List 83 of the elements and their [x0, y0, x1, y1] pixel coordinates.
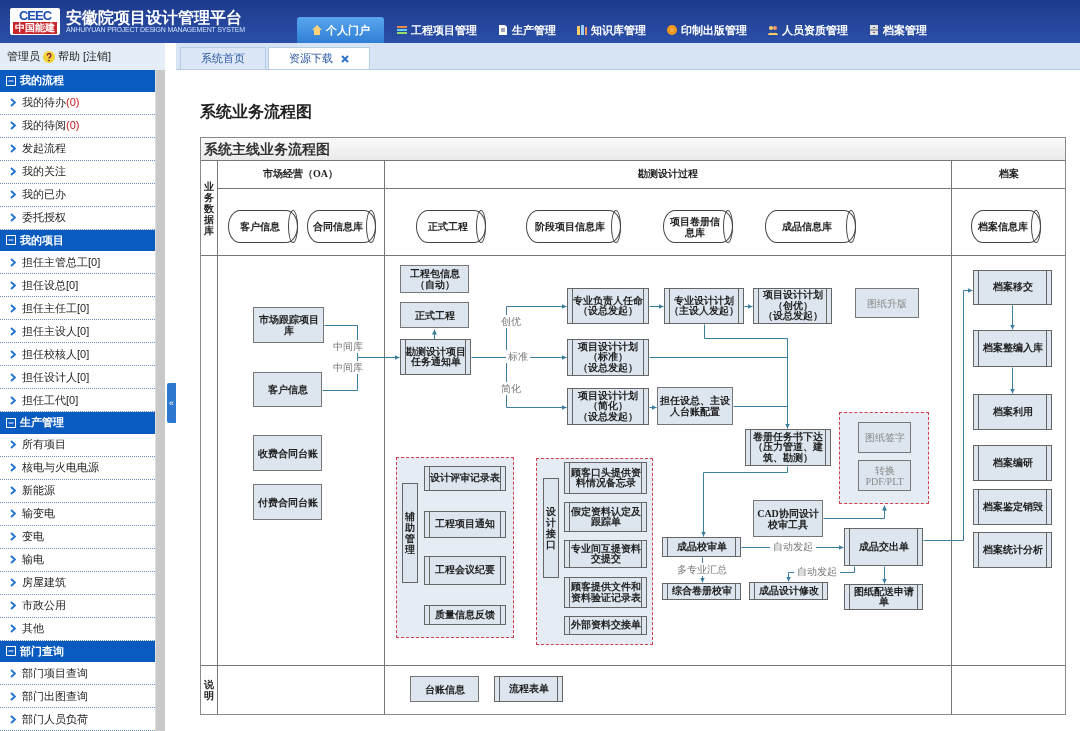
subprocess-box: 工程项目通知: [424, 511, 506, 538]
nav-tab[interactable]: 知识库管理: [568, 17, 654, 43]
collapse-toggle[interactable]: «: [167, 383, 176, 423]
database-shape: 项目卷册信息库: [663, 210, 733, 243]
database-shape: 档案信息库: [971, 210, 1041, 243]
subprocess-box: 档案移交: [973, 270, 1052, 305]
subprocess-box: 外部资料交接单: [564, 616, 647, 635]
subprocess-box: 档案统计分析: [973, 532, 1052, 568]
subprocess-box: 项目设计计划（简化）（设总发起）: [567, 388, 649, 425]
process-box: 转换PDF/PLT: [858, 460, 911, 491]
process-box: 客户信息: [253, 372, 322, 407]
process-box: 付费合同台账: [253, 484, 322, 520]
subprocess-box: 顾客口头提供资料情况备忘录: [564, 462, 647, 494]
page-tab[interactable]: 资源下载: [268, 47, 370, 69]
subprocess-box: 工程会议纪要: [424, 556, 506, 585]
subprocess-box: 假定资料认定及跟踪单: [564, 502, 647, 532]
subprocess-box: 档案利用: [973, 394, 1052, 430]
process-box: 图纸升版: [855, 288, 919, 318]
subprocess-box: 综合卷册校审: [662, 583, 741, 600]
nav-tab[interactable]: 生产管理: [489, 17, 564, 43]
nav-tab[interactable]: 工程项目管理: [388, 17, 485, 43]
subprocess-box: 卷册任务书下达（压力管道、建筑、勘测）: [745, 429, 831, 466]
connector-label: 标准: [506, 350, 530, 363]
connector-label: 中间库: [330, 361, 366, 374]
subprocess-box: 成品设计修改: [749, 582, 828, 600]
database-shape: 成品信息库: [765, 210, 856, 243]
connector-label: 自动发起: [770, 540, 816, 553]
help-link[interactable]: 帮助: [58, 49, 80, 64]
group-label-box: 辅助管理: [402, 483, 418, 583]
logo-name: 中国能建: [13, 22, 57, 34]
process-box: 担任设总、主设人台账配置: [657, 387, 733, 425]
process-box: 工程包信息（自动）: [400, 265, 469, 293]
subprocess-box: 质量信息反馈: [424, 605, 506, 625]
subprocess-box: 顾客提供文件和资料验证记录表: [564, 577, 647, 608]
page-heading: 系统业务流程图: [200, 102, 313, 122]
lane-header: 勘测设计过程: [637, 167, 699, 181]
connector-label: 多专业汇总: [676, 563, 728, 576]
subprocess-box: 成品交出单: [844, 528, 923, 566]
connector-label: 自动发起: [794, 565, 840, 578]
sidebar-group-header[interactable]: 我的流程: [0, 70, 155, 92]
subprocess-box: 成品校审单: [662, 537, 741, 557]
subprocess-box: 档案编研: [973, 445, 1052, 481]
process-box: CAD协同设计校审工具: [753, 500, 823, 537]
subprocess-box: 档案鉴定销毁: [973, 489, 1052, 525]
sidebar-group-header[interactable]: 我的项目: [0, 229, 155, 251]
sidebar-group-header[interactable]: 部门查询: [0, 640, 155, 662]
row-label: 说明: [204, 679, 214, 701]
subprocess-box: 设计评审记录表: [424, 466, 506, 491]
subprocess-box: 档案整编入库: [973, 330, 1052, 367]
connector-label: 简化: [499, 382, 523, 395]
subprocess-box: 专业负责人任命（设总发起）: [567, 288, 649, 324]
row-label: 业务数据库: [204, 181, 214, 236]
database-shape: 阶段项目信息库: [526, 210, 621, 243]
process-box: 正式工程: [400, 302, 469, 328]
connector-label: 中间库: [330, 340, 366, 353]
nav-tab[interactable]: 印制出版管理: [658, 17, 755, 43]
process-box: 收费合同台账: [253, 435, 322, 471]
connector-label: 创优: [499, 315, 523, 328]
app-title: 安徽院项目设计管理平台: [66, 8, 243, 27]
process-box: 市场跟踪项目库: [253, 307, 324, 343]
logout-link[interactable]: [注销]: [83, 49, 112, 64]
process-box: 台账信息: [410, 676, 479, 702]
process-box: 图纸签字: [858, 422, 911, 453]
subprocess-box: 图纸配送申请单: [844, 584, 923, 610]
subprocess-box: 勘测设计项目任务通知单: [400, 339, 471, 375]
database-shape: 正式工程: [416, 210, 486, 243]
user-name: 管理员: [7, 49, 40, 64]
logo-letters: CEEC: [18, 9, 52, 22]
diagram-title: 系统主线业务流程图: [204, 141, 330, 159]
subprocess-box: 专业设计计划（主设人发起）: [664, 288, 744, 324]
nav-tab[interactable]: 人员资质管理: [759, 17, 856, 43]
subprocess-box: 项目设计计划（创优）（设总发起）: [753, 288, 832, 324]
subprocess-box: 流程表单: [494, 676, 563, 702]
group-label-box: 设计接口: [543, 478, 559, 578]
subprocess-box: 项目设计计划（标准）（设总发起）: [567, 339, 649, 376]
page-tab[interactable]: 系统首页: [180, 47, 266, 69]
subprocess-box: 专业间互提资料交提交: [564, 540, 647, 568]
nav-tab[interactable]: 档案管理: [860, 17, 935, 43]
database-shape: 合同信息库: [307, 210, 376, 243]
database-shape: 客户信息: [228, 210, 298, 243]
sidebar-group-header[interactable]: 生产管理: [0, 412, 155, 434]
lane-header: 档案: [997, 167, 1020, 181]
lane-header: 市场经营（OA）: [262, 167, 339, 181]
